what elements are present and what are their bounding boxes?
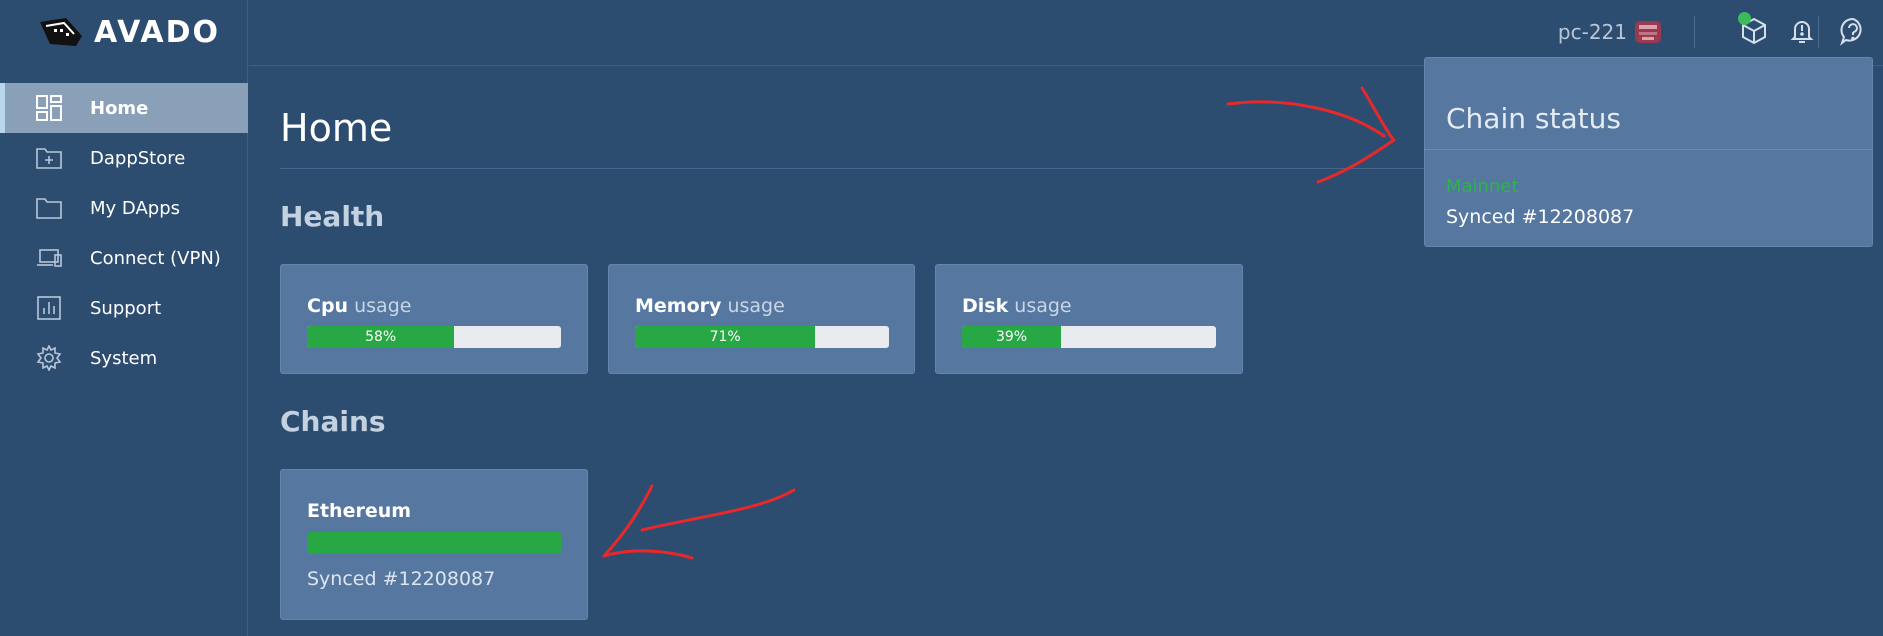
- sidebar-item-my-dapps[interactable]: My DApps: [0, 183, 248, 233]
- sidebar-item-label: Support: [90, 297, 162, 319]
- sidebar-item-label: Home: [90, 97, 149, 119]
- status-dot: [1738, 12, 1751, 25]
- divider: [1425, 149, 1872, 150]
- bell-icon[interactable]: [1787, 16, 1817, 46]
- sidebar-item-label: Connect (VPN): [90, 247, 221, 269]
- sidebar: AVADO Home DappStore My DApps Connect (V…: [0, 0, 248, 636]
- gear-icon: [36, 345, 62, 371]
- topbar-divider: [1818, 16, 1819, 48]
- progress-fill: [307, 532, 561, 554]
- annotation-arrow-ethereum: [602, 484, 796, 560]
- devices-icon: [36, 245, 62, 271]
- divider: [280, 168, 1425, 169]
- page-title: Home: [280, 106, 393, 150]
- user-name[interactable]: pc-221: [1558, 20, 1627, 44]
- help-icon[interactable]: [1838, 16, 1868, 46]
- topbar-divider: [1694, 16, 1695, 48]
- card-label: Memory usage: [635, 295, 785, 317]
- ethereum-chain-card[interactable]: Ethereum Synced #12208087: [280, 469, 588, 620]
- folder-plus-icon: [36, 145, 62, 171]
- sidebar-item-label: My DApps: [90, 197, 180, 219]
- network-name: Mainnet: [1446, 176, 1519, 197]
- progress-fill: 71%: [635, 326, 816, 348]
- avado-logo[interactable]: AVADO: [36, 12, 220, 52]
- sidebar-item-system[interactable]: System: [0, 333, 248, 383]
- sidebar-item-home[interactable]: Home: [0, 83, 248, 133]
- dashboard-icon: [36, 95, 62, 121]
- cpu-progress-bar: 58%: [307, 326, 561, 348]
- memory-progress-bar: 71%: [635, 326, 889, 348]
- card-label: Cpu usage: [307, 295, 412, 317]
- health-section-title: Health: [280, 200, 385, 233]
- sidebar-item-dappstore[interactable]: DappStore: [0, 133, 248, 183]
- disk-usage-card: Disk usage 39%: [935, 264, 1243, 374]
- disk-progress-bar: 39%: [962, 326, 1216, 348]
- sidebar-item-support[interactable]: Support: [0, 283, 248, 333]
- sidebar-item-connect-vpn[interactable]: Connect (VPN): [0, 233, 248, 283]
- sync-status: Synced #12208087: [1446, 206, 1635, 228]
- chains-section-title: Chains: [280, 405, 386, 438]
- folder-icon: [36, 195, 62, 221]
- sidebar-item-label: System: [90, 347, 158, 369]
- avatar[interactable]: [1632, 16, 1664, 48]
- progress-fill: 58%: [307, 326, 455, 348]
- sidebar-item-label: DappStore: [90, 147, 186, 169]
- card-label: Disk usage: [962, 295, 1072, 317]
- sidebar-nav: Home DappStore My DApps Connect (VPN) Su…: [0, 83, 248, 383]
- logo-text: AVADO: [94, 14, 220, 50]
- chain-sync-status: Synced #12208087: [307, 568, 496, 590]
- chain-sync-progress-bar: [307, 532, 561, 554]
- progress-fill: 39%: [962, 326, 1062, 348]
- avado-logo-icon: [40, 18, 82, 46]
- chain-name: Ethereum: [307, 500, 412, 522]
- popover-title: Chain status: [1446, 102, 1621, 135]
- cpu-usage-card: Cpu usage 58%: [280, 264, 588, 374]
- chain-status-popover: Chain status Mainnet Synced #12208087: [1424, 57, 1873, 247]
- chart-icon: [36, 295, 62, 321]
- memory-usage-card: Memory usage 71%: [608, 264, 915, 374]
